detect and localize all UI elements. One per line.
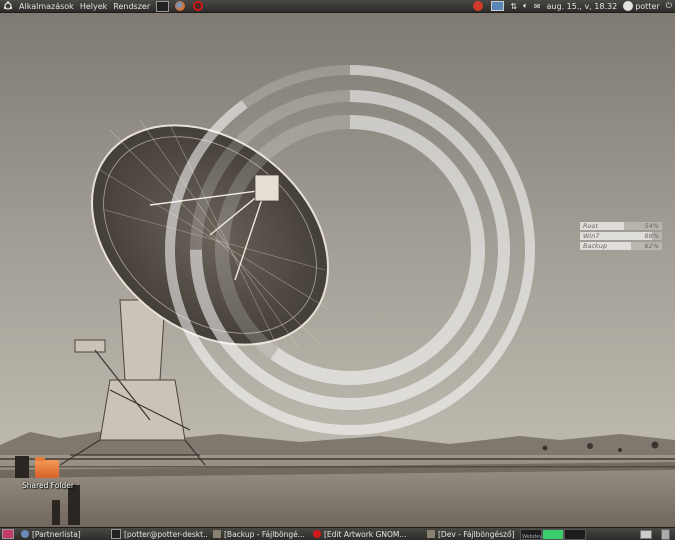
task-label: [Dev - Fájlböngésző] [438, 529, 515, 539]
folder-icon [213, 530, 221, 538]
conky-rings [165, 65, 535, 435]
opera-icon[interactable] [190, 0, 208, 13]
terminal-icon [111, 529, 121, 539]
user-name: potter [635, 1, 660, 11]
disk-row-win7: Win7 88% [580, 232, 662, 240]
terminal-icon[interactable] [153, 0, 172, 13]
menu-system[interactable]: Rendszer [110, 0, 153, 13]
task-terminal[interactable]: [potter@potter-deskt... [108, 529, 208, 540]
user-icon [623, 1, 634, 11]
disk-percent: 54% [644, 222, 659, 230]
volume-icon[interactable]: 🔈︎ [520, 0, 531, 13]
display-icon[interactable] [488, 0, 507, 13]
task-partnerlista[interactable]: [Partnerlista] [18, 529, 106, 540]
folder-icon [427, 530, 435, 538]
conky-disk-usage: Root 54% Win7 88% Backup 62% [580, 222, 662, 252]
menu-places[interactable]: Helyek [77, 0, 110, 13]
clock[interactable]: aug. 15., v, 18.32 [544, 0, 621, 13]
disk-row-root: Root 54% [580, 222, 662, 230]
disk-label: Backup [583, 242, 608, 250]
menu-applications[interactable]: Alkalmazások [16, 0, 77, 13]
workspace-switcher[interactable]: Webdev [520, 528, 586, 540]
network-icon[interactable]: ⇅ [507, 0, 520, 13]
opera-icon [313, 530, 321, 538]
shared-folder-desktop-icon[interactable]: Shared Folder [22, 457, 74, 490]
task-edit-artwork[interactable]: [Edit Artwork GNOM... [310, 529, 422, 540]
workspace-label: Webdev [522, 533, 543, 540]
bottom-panel: [Partnerlista] [potter@potter-deskt... [… [0, 527, 675, 540]
disk-label: Root [583, 222, 599, 230]
folder-icon [35, 457, 59, 478]
top-panel: Alkalmazások Helyek Rendszer ⇅ 🔈︎ ✉ aug.… [0, 0, 675, 13]
show-desktop-button[interactable] [0, 529, 16, 540]
screen-icon[interactable] [636, 529, 656, 540]
task-dev-browser[interactable]: [Dev - Fájlböngésző] [424, 529, 516, 540]
disk-label: Win7 [583, 232, 600, 240]
workspace-1[interactable]: Webdev [520, 528, 543, 540]
trash-icon[interactable] [658, 528, 673, 540]
disk-percent: 62% [644, 242, 659, 250]
workspace-2[interactable] [542, 528, 564, 540]
user-menu[interactable]: potter [620, 0, 662, 13]
firefox-icon[interactable] [172, 0, 190, 13]
mail-icon[interactable]: ✉ [531, 0, 544, 13]
disk-percent: 88% [644, 232, 659, 240]
ubuntu-logo-icon[interactable] [0, 0, 16, 13]
workspace-3[interactable] [564, 528, 586, 540]
notification-icon[interactable] [470, 0, 488, 13]
disk-row-backup: Backup 62% [580, 242, 662, 250]
task-label: [Backup - Fájlböngé... [224, 529, 305, 539]
task-label: [Partnerlista] [32, 529, 81, 539]
task-label: [potter@potter-deskt... [124, 529, 208, 539]
task-backup-browser[interactable]: [Backup - Fájlböngé... [210, 529, 308, 540]
task-label: [Edit Artwork GNOM... [324, 529, 407, 539]
shared-folder-label: Shared Folder [22, 481, 74, 490]
power-icon[interactable]: ⏻ [663, 0, 675, 13]
chat-icon [21, 530, 29, 538]
